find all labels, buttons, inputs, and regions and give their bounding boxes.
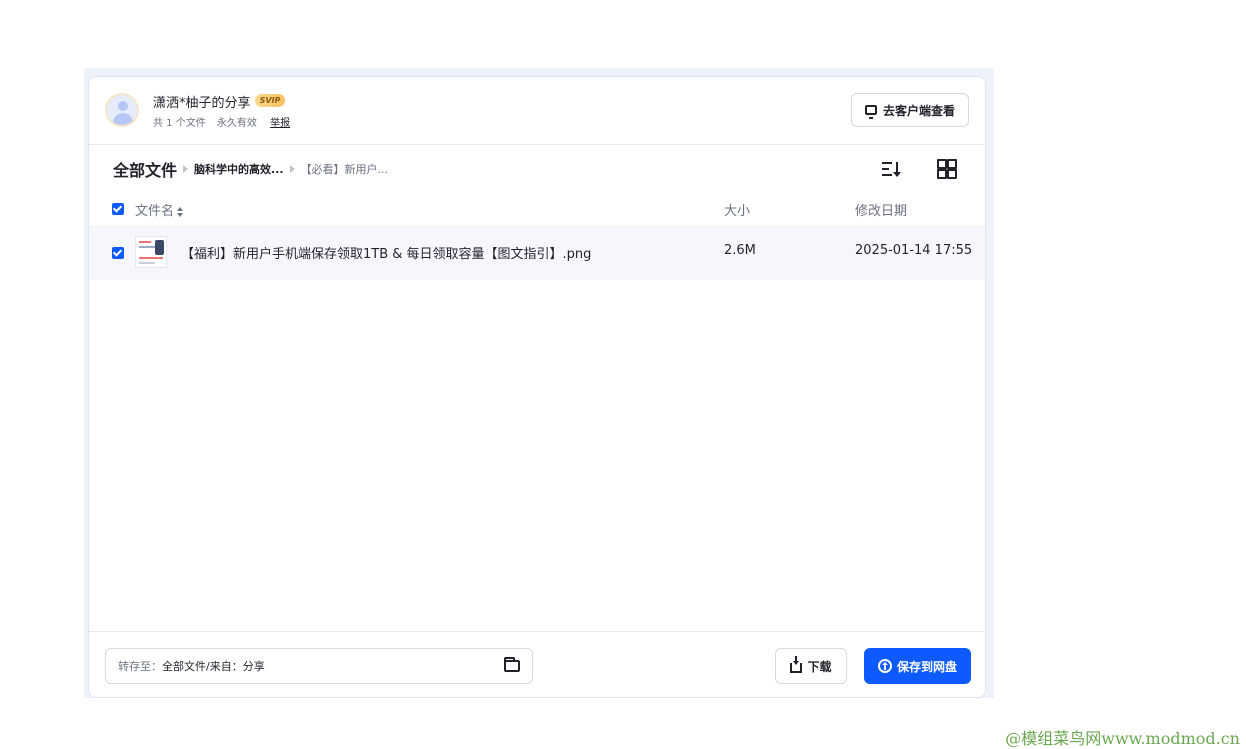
action-footer: 转存至： 全部文件/来自：分享 下载 保存到网盘 [89,631,985,699]
select-all-checkbox[interactable] [112,203,124,215]
avatar [105,93,139,127]
save-location-value: 全部文件/来自：分享 [162,660,265,673]
svip-badge: SVIP [255,94,285,107]
breadcrumb-separator-icon [183,165,189,173]
cloud-upload-icon [877,659,892,673]
file-size: 2.6M [724,243,756,258]
download-icon [790,656,803,673]
share-panel: 潇洒*柚子的分享 SVIP 共 1 个文件 永久有效 举报 去客户端查看 全部文… [88,76,986,698]
monitor-icon [864,105,877,119]
column-header-date: 修改日期 [855,204,908,219]
breadcrumb-current: 【必看】新用户... [300,163,389,176]
breadcrumb: 全部文件 脑科学中的高效... 【必看】新用户... [113,157,389,181]
report-link[interactable]: 举报 [270,118,290,129]
sort-arrows-icon [177,206,184,217]
save-to-drive-button[interactable]: 保存到网盘 [864,648,971,684]
file-thumbnail [135,236,167,268]
folder-icon[interactable] [504,657,520,672]
download-button[interactable]: 下载 [775,648,847,684]
save-location-label: 转存至： [118,660,162,673]
share-meta: 共 1 个文件 永久有效 举报 [153,114,298,129]
breadcrumb-root[interactable]: 全部文件 [113,157,177,181]
row-checkbox[interactable] [112,247,124,259]
validity: 永久有效 [216,118,257,129]
column-header-name-label: 文件名 [135,204,175,219]
column-header-size: 大小 [724,204,751,219]
grid-view-icon[interactable] [937,159,957,179]
file-name[interactable]: 【福利】新用户手机端保存领取1TB & 每日领取容量【图文指引】.png [181,243,591,262]
open-client-label: 去客户端查看 [882,103,955,118]
file-count: 共 1 个文件 [153,118,206,129]
sort-icon[interactable] [880,159,904,179]
watermark: @模组菜鸟网www.modmod.cn [1005,729,1240,748]
save-to-drive-label: 保存到网盘 [896,659,957,674]
column-header-name[interactable]: 文件名 [135,200,184,219]
breadcrumb-folder[interactable]: 脑科学中的高效... [194,161,284,177]
table-row[interactable]: 【福利】新用户手机端保存领取1TB & 每日领取容量【图文指引】.png 2.6… [89,225,985,280]
share-title: 潇洒*柚子的分享 [153,96,251,111]
file-date: 2025-01-14 17:55 [855,243,973,258]
open-client-button[interactable]: 去客户端查看 [851,93,969,127]
download-label: 下载 [807,659,832,674]
share-header: 潇洒*柚子的分享 SVIP 共 1 个文件 永久有效 举报 去客户端查看 [89,77,985,145]
save-location-field[interactable]: 转存至： 全部文件/来自：分享 [105,648,533,684]
breadcrumb-separator-icon [289,165,295,173]
